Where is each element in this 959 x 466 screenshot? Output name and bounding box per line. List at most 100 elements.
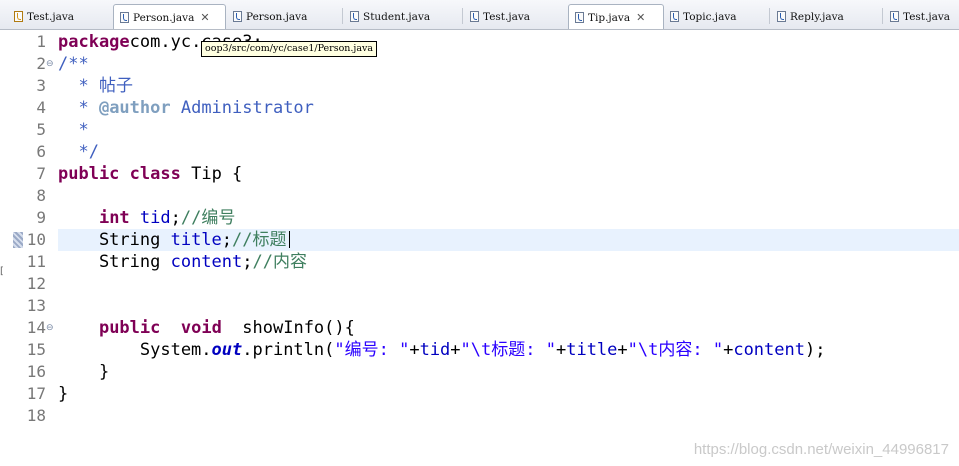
code-text[interactable] xyxy=(58,273,959,295)
editor-tab-1[interactable]: Test.java xyxy=(8,4,113,29)
code-line[interactable]: 11 String content;//内容 xyxy=(0,251,959,273)
java-file-icon xyxy=(120,12,129,23)
tab-label: Tip.java xyxy=(588,11,631,24)
left-edge-marker: [ xyxy=(0,266,4,277)
code-editor[interactable]: 1 packagecom.yc.case3; 2 ⊖/** 3 * 帖子 4 * @aut… xyxy=(0,30,959,466)
code-token: System. xyxy=(58,340,212,360)
line-number: 13 xyxy=(26,296,46,315)
tab-label: Topic.java xyxy=(683,10,737,23)
code-line[interactable]: 4 * @author Administrator xyxy=(0,97,959,119)
code-token: ; xyxy=(170,208,181,228)
code-token: void xyxy=(180,318,222,338)
code-token: Tip { xyxy=(180,164,243,184)
code-text[interactable]: * @author Administrator xyxy=(58,97,959,119)
code-text[interactable] xyxy=(58,185,959,207)
tab-separator xyxy=(462,8,463,24)
tab-label: Student.java xyxy=(363,10,431,23)
code-token: + xyxy=(409,340,420,360)
code-text[interactable]: int tid;//编号 xyxy=(58,207,959,229)
code-token: } xyxy=(58,362,110,382)
line-number: 12 xyxy=(26,274,46,293)
editor-tab-9[interactable]: Test.java xyxy=(884,4,959,29)
editor-tab-2[interactable]: Person.java ✕ xyxy=(113,4,226,29)
fold-toggle-icon[interactable]: ⊖ xyxy=(46,53,54,75)
code-token: title xyxy=(566,340,618,360)
line-number: 10 xyxy=(26,230,46,249)
code-token: + xyxy=(617,340,628,360)
code-token: title xyxy=(170,230,222,250)
code-text[interactable]: * 帖子 xyxy=(58,75,959,97)
code-line[interactable]: 18 xyxy=(0,405,959,427)
editor-tab-8[interactable]: Reply.java xyxy=(771,4,883,29)
code-text[interactable]: public class Tip { xyxy=(58,163,959,185)
line-number: 18 xyxy=(26,406,46,425)
code-line[interactable]: 12 xyxy=(0,273,959,295)
line-number: 17 xyxy=(26,384,46,403)
code-line[interactable]: 13 xyxy=(0,295,959,317)
editor-tab-5[interactable]: Test.java xyxy=(464,4,568,29)
tab-label: Test.java xyxy=(483,10,531,23)
editor-tab-6[interactable]: Tip.java ✕ xyxy=(568,4,664,29)
code-token: String xyxy=(58,230,171,250)
code-line[interactable]: 1 packagecom.yc.case3; xyxy=(0,31,959,53)
code-token: ; xyxy=(242,252,253,272)
code-line[interactable]: 7 public class Tip { xyxy=(0,163,959,185)
code-text[interactable]: String title;//标题 xyxy=(58,229,959,251)
java-file-icon xyxy=(233,11,242,22)
code-token: * xyxy=(58,120,89,140)
editor-tab-7[interactable]: Topic.java xyxy=(664,4,770,29)
close-tab-icon[interactable]: ✕ xyxy=(200,11,209,24)
code-line[interactable]: 5 * xyxy=(0,119,959,141)
code-line[interactable]: 2 ⊖/** xyxy=(0,53,959,75)
code-token: public xyxy=(58,164,120,184)
code-token: //标题 xyxy=(232,230,287,250)
code-line[interactable]: 8 xyxy=(0,185,959,207)
code-text[interactable]: String content;//内容 xyxy=(58,251,959,273)
code-text[interactable]: } xyxy=(58,383,959,405)
line-number: 1 xyxy=(36,32,46,51)
editor-tab-3[interactable]: Person.java xyxy=(227,4,343,29)
code-token: //内容 xyxy=(252,252,307,272)
code-token: package xyxy=(58,32,130,52)
code-token: } xyxy=(58,384,69,404)
tab-label: Person.java xyxy=(246,10,308,23)
code-line[interactable]: 16 } xyxy=(0,361,959,383)
code-line[interactable]: 3 * 帖子 xyxy=(0,75,959,97)
code-text[interactable]: */ xyxy=(58,141,959,163)
line-number: 4 xyxy=(36,98,46,117)
code-text[interactable]: System.out.println("编号: "+tid+"\t标题: "+t… xyxy=(58,339,959,361)
code-line[interactable]: 9 int tid;//编号 xyxy=(0,207,959,229)
code-token: public xyxy=(98,318,161,338)
tab-separator xyxy=(769,8,770,24)
line-number: 2 xyxy=(36,54,46,73)
code-text[interactable]: packagecom.yc.case3; xyxy=(58,31,959,53)
line-number: 8 xyxy=(36,186,46,205)
code-line[interactable]: 15 System.out.println("编号: "+tid+"\t标题: … xyxy=(0,339,959,361)
code-text[interactable] xyxy=(58,295,959,317)
code-token: * xyxy=(58,98,99,118)
java-file-icon xyxy=(777,11,786,22)
code-token: .println( xyxy=(242,340,335,360)
code-text[interactable]: public void showInfo(){ xyxy=(58,317,959,339)
editor-tab-4[interactable]: Student.java xyxy=(344,4,464,29)
code-text[interactable] xyxy=(58,405,959,427)
code-text[interactable]: /** xyxy=(58,53,959,75)
java-file-icon xyxy=(670,11,679,22)
fold-toggle-icon[interactable]: ⊖ xyxy=(46,317,54,339)
code-line[interactable]: 14 ⊖ public void showInfo(){ xyxy=(0,317,959,339)
line-number: 5 xyxy=(36,120,46,139)
code-token: showInfo(){ xyxy=(221,318,355,338)
code-line[interactable]: 10 String title;//标题 xyxy=(0,229,959,251)
editor-tab-bar: Test.java Person.java ✕ Person.java Student.… xyxy=(0,0,959,30)
code-token: tid xyxy=(419,340,451,360)
code-text[interactable]: } xyxy=(58,361,959,383)
code-token: @author xyxy=(98,98,171,118)
code-token: int xyxy=(98,208,130,228)
close-tab-icon[interactable]: ✕ xyxy=(636,11,645,24)
code-line[interactable]: 6 */ xyxy=(0,141,959,163)
watermark: https://blog.csdn.net/weixin_44996817 xyxy=(693,441,949,458)
code-token: String xyxy=(58,252,171,272)
code-text[interactable]: * xyxy=(58,119,959,141)
code-line[interactable]: 17} xyxy=(0,383,959,405)
